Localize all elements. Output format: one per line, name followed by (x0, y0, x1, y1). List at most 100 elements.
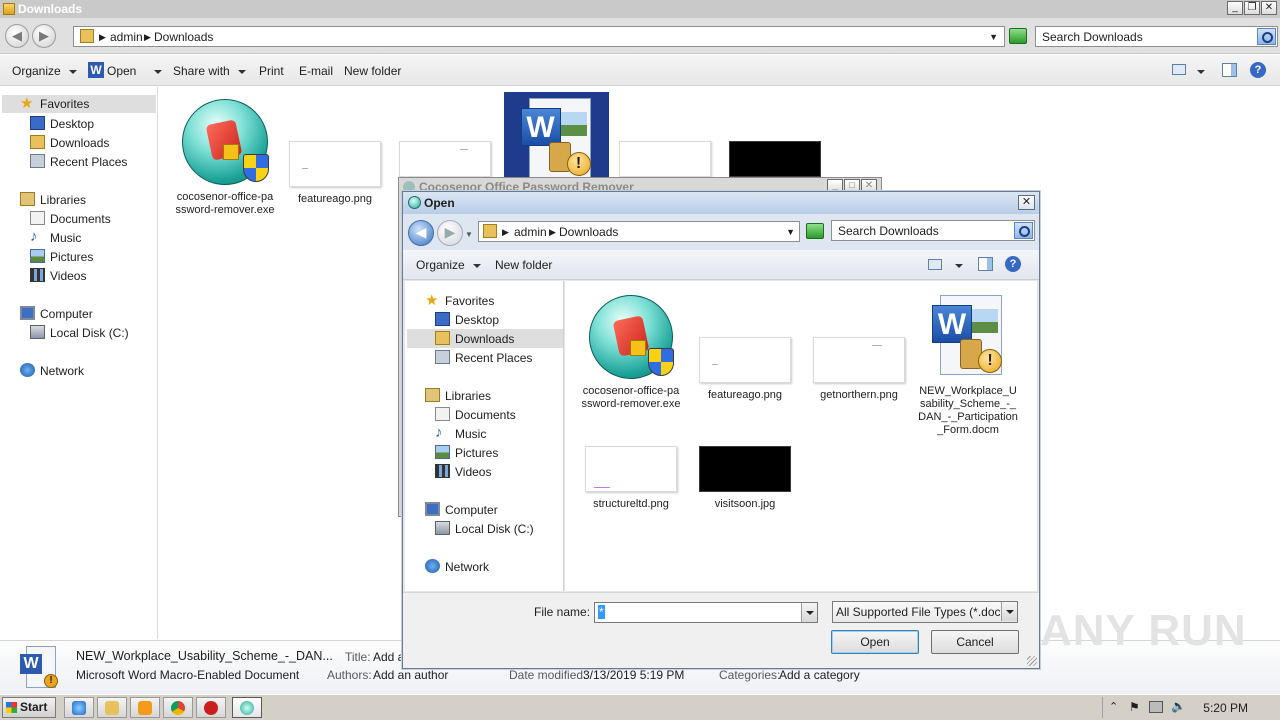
email-button[interactable]: E-mail (299, 64, 333, 78)
help-icon[interactable]: ? (1250, 62, 1266, 78)
taskbar-opera-button[interactable] (196, 697, 226, 718)
back-button[interactable]: ◀ (408, 220, 434, 246)
music-icon: ♪ (30, 228, 38, 245)
file-item[interactable]: getnorthern.png (809, 337, 909, 402)
file-item[interactable]: visitsoon.jpg (695, 446, 795, 511)
share-with-button[interactable]: Share with (173, 64, 246, 78)
folder-icon (483, 224, 497, 238)
preview-pane-icon[interactable] (1222, 63, 1237, 77)
resize-grip[interactable] (1027, 656, 1037, 666)
filetype-value: All Supported File Types (*.doc; (836, 605, 1000, 619)
nav-downloads[interactable]: Downloads (407, 329, 563, 348)
app-icon (182, 99, 269, 185)
open-dialog-address-bar: ◀ ▶ ▼ ▶ admin ▶ Downloads ▼ Search Downl… (403, 214, 1039, 250)
details-title-value[interactable]: Add a (373, 650, 404, 664)
open-button[interactable]: Open (107, 64, 163, 78)
nav-favorites[interactable]: ★ Favorites (2, 95, 156, 113)
open-dialog-file-list: cocosenor-office-password-remover.exe fe… (565, 281, 1037, 591)
new-folder-button[interactable]: New folder (344, 64, 401, 78)
new-folder-button[interactable]: New folder (495, 258, 552, 272)
network-icon (20, 363, 35, 377)
image-thumbnail (399, 141, 491, 177)
open-dialog-navigation-pane: ★ Favorites Desktop Downloads Recent Pla… (405, 281, 564, 591)
organize-button[interactable]: Organize (416, 258, 481, 272)
close-button[interactable]: ✕ (1018, 195, 1035, 210)
libraries-icon (425, 388, 440, 402)
search-input[interactable]: Search Downloads (831, 220, 1035, 241)
computer-icon (20, 306, 35, 320)
chevron-down-icon[interactable] (1197, 64, 1205, 78)
network-icon (425, 559, 440, 573)
close-button[interactable]: ✕ (1261, 1, 1277, 15)
back-button[interactable]: ◀ (5, 24, 29, 48)
refresh-icon[interactable] (806, 223, 824, 239)
forward-button[interactable]: ▶ (437, 220, 463, 246)
details-authors-value[interactable]: Add an author (373, 668, 448, 682)
image-thumbnail (699, 337, 791, 383)
breadcrumb-arrow-icon[interactable]: ▶ (144, 32, 151, 43)
address-input[interactable]: ▶ admin ▶ Downloads ▼ (73, 26, 1005, 47)
view-options-icon[interactable] (1172, 64, 1186, 75)
start-button[interactable]: Start (2, 697, 56, 718)
refresh-icon[interactable] (1009, 28, 1027, 44)
forward-button[interactable]: ▶ (32, 24, 56, 48)
file-item[interactable]: cocosenor-office-password-remover.exe (175, 99, 275, 217)
network-status-icon[interactable] (1149, 701, 1163, 713)
pictures-icon (30, 249, 45, 263)
filename-input[interactable]: * (594, 602, 818, 623)
address-input[interactable]: ▶ admin ▶ Downloads ▼ (478, 221, 800, 242)
taskbar-app-button[interactable] (232, 697, 262, 718)
preview-pane-icon[interactable] (978, 257, 993, 271)
taskbar-ie-button[interactable] (64, 697, 94, 718)
breadcrumb-downloads[interactable]: Downloads (154, 30, 213, 44)
chevron-down-icon[interactable] (801, 603, 817, 622)
file-item[interactable]: featureago.png (285, 141, 385, 206)
flag-icon[interactable]: ⚑ (1129, 700, 1140, 714)
volume-icon[interactable]: 🔈 (1171, 699, 1186, 713)
star-icon: ★ (20, 95, 34, 112)
breadcrumb-downloads[interactable]: Downloads (559, 225, 618, 239)
taskbar-explorer-button[interactable] (97, 697, 127, 718)
file-item[interactable]: structureltd.png (581, 446, 681, 511)
selected-file-highlight[interactable]: W! (504, 92, 609, 180)
search-icon[interactable] (1014, 222, 1033, 239)
filename-label: File name: (534, 605, 591, 619)
open-button[interactable]: Open (831, 630, 919, 654)
chevron-down-icon[interactable]: ▼ (786, 227, 795, 237)
minimize-button[interactable]: _ (1227, 1, 1243, 15)
explorer-command-bar: Organize W Open Share with Print E-mail … (0, 55, 1280, 86)
breadcrumb-arrow-icon[interactable]: ▶ (502, 227, 509, 238)
filetype-select[interactable]: All Supported File Types (*.doc; (832, 601, 1018, 623)
taskbar-chrome-button[interactable] (163, 697, 193, 718)
breadcrumb-admin[interactable]: admin (110, 30, 143, 44)
organize-button[interactable]: Organize (12, 64, 77, 78)
open-dialog-command-bar: Organize New folder ? (403, 250, 1039, 280)
search-icon[interactable] (1257, 28, 1276, 45)
videos-icon (30, 268, 45, 282)
cancel-button[interactable]: Cancel (931, 630, 1019, 654)
restore-button[interactable]: ❐ (1244, 1, 1260, 15)
image-thumbnail (729, 141, 821, 177)
file-item[interactable]: cocosenor-office-password-remover.exe (581, 295, 681, 411)
media-player-icon (138, 701, 152, 715)
image-thumbnail (813, 337, 905, 383)
chevron-up-icon[interactable]: ⌃ (1109, 700, 1118, 713)
chevron-down-icon[interactable] (1001, 602, 1017, 621)
breadcrumb-admin[interactable]: admin (514, 225, 547, 239)
chevron-down-icon[interactable]: ▼ (989, 32, 998, 42)
chevron-down-icon[interactable] (955, 258, 963, 272)
file-item[interactable]: W! NEW_Workplace_Usability_Scheme_-_DAN_… (918, 295, 1018, 437)
chevron-down-icon[interactable]: ▼ (465, 230, 473, 239)
breadcrumb-arrow-icon[interactable]: ▶ (99, 32, 106, 43)
documents-icon (435, 407, 450, 421)
breadcrumb-arrow-icon[interactable]: ▶ (549, 227, 556, 238)
file-item[interactable]: featureago.png (695, 337, 795, 402)
view-options-icon[interactable] (928, 259, 942, 270)
search-input[interactable]: Search Downloads (1035, 26, 1278, 47)
details-categories-value[interactable]: Add a category (779, 668, 860, 682)
clock[interactable]: 5:20 PM (1203, 701, 1248, 715)
taskbar-media-button[interactable] (130, 697, 160, 718)
help-icon[interactable]: ? (1005, 256, 1021, 272)
music-icon: ♪ (435, 424, 443, 441)
print-button[interactable]: Print (259, 64, 284, 78)
